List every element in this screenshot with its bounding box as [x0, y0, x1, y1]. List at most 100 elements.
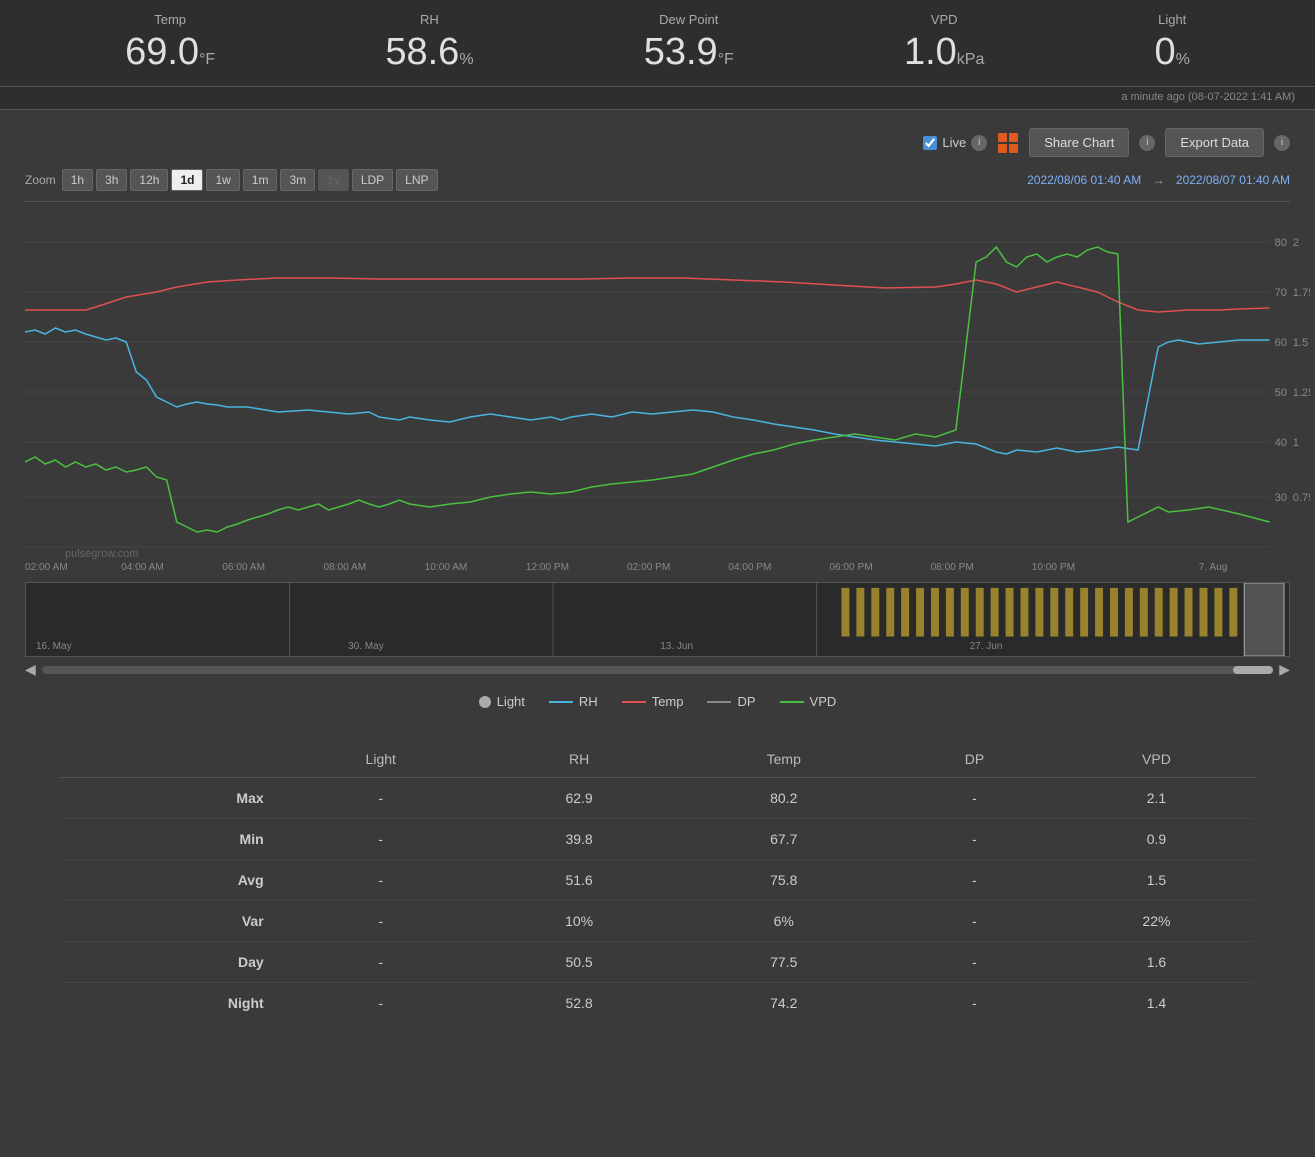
zoom-row: Zoom 1h 3h 12h 1d 1w 1m 3m 1y LDP LNP 20… [15, 165, 1300, 197]
zoom-ldp[interactable]: LDP [352, 169, 393, 191]
stats-bar: Temp 69.0°F RH 58.6% Dew Point 53.9°F VP… [0, 0, 1315, 87]
zoom-1w[interactable]: 1w [206, 169, 239, 191]
svg-text:06:00 PM: 06:00 PM [829, 562, 872, 573]
svg-text:40: 40 [1275, 437, 1287, 449]
th-temp: Temp [676, 741, 891, 778]
rh-unit: % [459, 51, 473, 68]
dewpoint-label: Dew Point [644, 12, 734, 27]
legend-light-label: Light [497, 694, 525, 709]
nav-label-27jun: 27. Jun [970, 641, 1003, 652]
legend-temp: Temp [622, 694, 684, 709]
chart-area[interactable]: 80 70 60 50 40 30 2 1.75 1.5 1.25 1 0.75… [25, 202, 1310, 582]
live-control: Live i [923, 135, 987, 151]
controls-row: Live i Share Chart i Export Data i [15, 120, 1300, 165]
row-dp: - [891, 819, 1058, 860]
stat-dewpoint: Dew Point 53.9°F [644, 12, 734, 74]
svg-text:1: 1 [1293, 437, 1299, 449]
scroll-track[interactable] [42, 666, 1273, 674]
svg-text:02:00 AM: 02:00 AM [25, 562, 68, 573]
nav-label-13jun: 13. Jun [660, 641, 693, 652]
svg-text:0.75: 0.75 [1293, 492, 1310, 504]
stat-vpd: VPD 1.0kPa [904, 12, 984, 74]
navigator[interactable]: 16. May 30. May 13. Jun 27. Jun [25, 582, 1290, 657]
vpd-value: 1.0 [904, 31, 957, 73]
export-info-icon[interactable]: i [1274, 135, 1290, 151]
row-rh: 50.5 [482, 942, 677, 983]
svg-text:02:00 PM: 02:00 PM [627, 562, 670, 573]
svg-text:10:00 PM: 10:00 PM [1032, 562, 1075, 573]
row-label: Day [60, 942, 280, 983]
legend-light-icon [479, 696, 491, 708]
row-rh: 52.8 [482, 983, 677, 1024]
live-checkbox[interactable] [923, 136, 937, 150]
share-info-icon[interactable]: i [1139, 135, 1155, 151]
stat-light: Light 0% [1155, 12, 1190, 74]
zoom-lnp[interactable]: LNP [396, 169, 437, 191]
temp-label: Temp [125, 12, 215, 27]
date-from: 2022/08/06 01:40 AM [1027, 173, 1141, 187]
svg-text:1.75: 1.75 [1293, 287, 1310, 299]
nav-label-30may: 30. May [348, 641, 384, 652]
zoom-3h[interactable]: 3h [96, 169, 127, 191]
row-vpd: 1.5 [1058, 860, 1255, 901]
zoom-3m[interactable]: 3m [280, 169, 315, 191]
svg-text:06:00 AM: 06:00 AM [222, 562, 265, 573]
row-light: - [280, 901, 482, 942]
table-row: Max - 62.9 80.2 - 2.1 [60, 778, 1255, 819]
light-label: Light [1155, 12, 1190, 27]
legend-rh-icon [549, 701, 573, 703]
svg-text:2: 2 [1293, 237, 1299, 249]
row-dp: - [891, 942, 1058, 983]
zoom-1m[interactable]: 1m [243, 169, 278, 191]
th-vpd: VPD [1058, 741, 1255, 778]
th-rh: RH [482, 741, 677, 778]
row-light: - [280, 819, 482, 860]
row-rh: 10% [482, 901, 677, 942]
row-temp: 67.7 [676, 819, 891, 860]
legend-vpd: VPD [780, 694, 837, 709]
th-light: Light [280, 741, 482, 778]
svg-text:7. Aug: 7. Aug [1199, 562, 1228, 573]
zoom-label: Zoom [25, 173, 56, 187]
legend-light: Light [479, 694, 525, 709]
svg-text:80: 80 [1275, 237, 1287, 249]
table-header-row: Light RH Temp DP VPD [60, 741, 1255, 778]
row-label: Min [60, 819, 280, 860]
export-data-button[interactable]: Export Data [1165, 128, 1264, 157]
legend-rh: RH [549, 694, 598, 709]
chart-svg: 80 70 60 50 40 30 2 1.75 1.5 1.25 1 0.75… [25, 202, 1310, 582]
expand-icon[interactable] [997, 132, 1019, 154]
legend-temp-icon [622, 701, 646, 703]
scroll-thumb[interactable] [1233, 666, 1273, 674]
chart-container: Live i Share Chart i Export Data i Zoom … [0, 110, 1315, 731]
scroll-left-arrow[interactable]: ◀ [25, 661, 36, 678]
scroll-right-arrow[interactable]: ▶ [1279, 661, 1290, 678]
row-vpd: 1.6 [1058, 942, 1255, 983]
row-light: - [280, 778, 482, 819]
zoom-1d[interactable]: 1d [171, 169, 203, 191]
svg-text:08:00 PM: 08:00 PM [931, 562, 974, 573]
zoom-buttons: 1h 3h 12h 1d 1w 1m 3m 1y LDP LNP [62, 169, 438, 191]
svg-text:60: 60 [1275, 337, 1287, 349]
row-light: - [280, 942, 482, 983]
legend-vpd-icon [780, 701, 804, 703]
row-temp: 6% [676, 901, 891, 942]
table-row: Min - 39.8 67.7 - 0.9 [60, 819, 1255, 860]
light-value: 0 [1155, 31, 1176, 73]
legend-dp-label: DP [737, 694, 755, 709]
row-dp: - [891, 860, 1058, 901]
watermark-label: pulsegrow.com [45, 546, 158, 562]
svg-text:1.25: 1.25 [1293, 387, 1310, 399]
vpd-label: VPD [904, 12, 984, 27]
zoom-12h[interactable]: 12h [130, 169, 168, 191]
zoom-1y[interactable]: 1y [318, 169, 349, 191]
zoom-1h[interactable]: 1h [62, 169, 93, 191]
row-label: Var [60, 901, 280, 942]
row-rh: 51.6 [482, 860, 677, 901]
row-vpd: 2.1 [1058, 778, 1255, 819]
svg-text:30: 30 [1275, 492, 1287, 504]
temp-unit: °F [199, 51, 215, 68]
live-info-icon[interactable]: i [971, 135, 987, 151]
share-chart-button[interactable]: Share Chart [1029, 128, 1129, 157]
row-light: - [280, 983, 482, 1024]
